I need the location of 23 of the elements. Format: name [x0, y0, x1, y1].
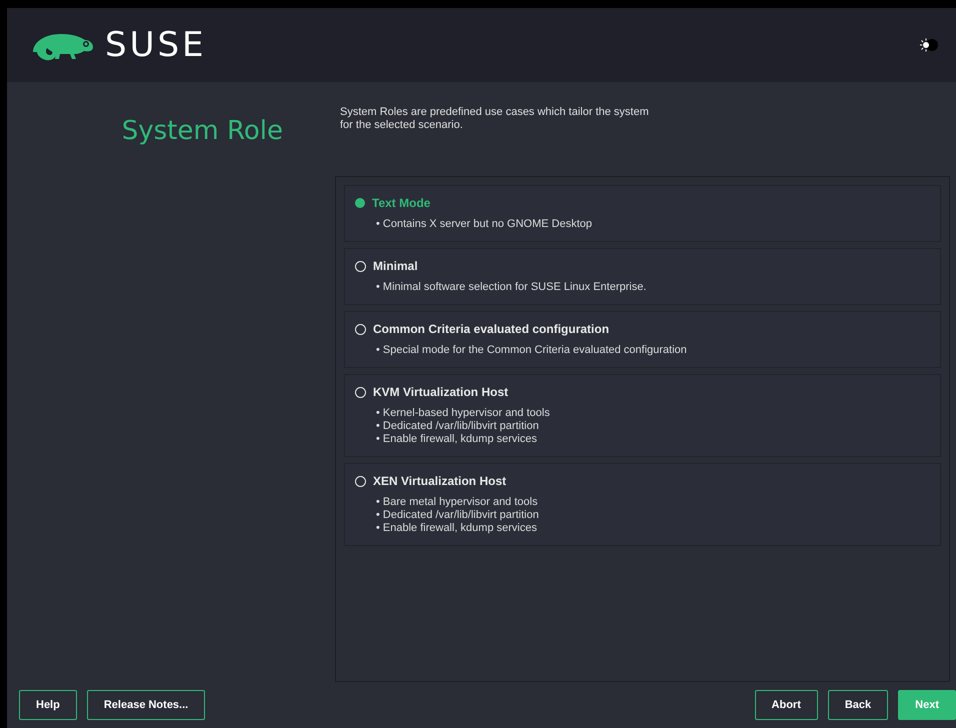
role-description: • Minimal software selection for SUSE Linux Enterprise.	[376, 281, 648, 294]
role-description: • Kernel-based hypervisor and tools	[376, 407, 551, 420]
radio-button[interactable]	[355, 198, 365, 208]
theme-toggle-icon[interactable]	[920, 38, 938, 52]
wizard-button[interactable]: Back	[828, 690, 888, 720]
radio-option[interactable]: Text Mode	[355, 196, 930, 210]
role-description: • Bare metal hypervisor and tools	[376, 496, 539, 509]
role-description: • Dedicated /var/lib/libvirt partition	[376, 509, 540, 522]
logo-text: SUSE	[105, 25, 207, 65]
page-description: System Roles are predefined use cases which tailor the system for the selected scenario.	[340, 106, 650, 132]
role-description: • Enable firewall, kdump services	[376, 522, 538, 535]
radio-option[interactable]: Common Criteria evaluated configuration	[355, 322, 930, 336]
role-description: • Enable firewall, kdump services	[376, 433, 538, 446]
role-description: • Special mode for the Common Criteria evaluated configuration	[376, 344, 688, 357]
wizard-button[interactable]: Abort	[754, 690, 818, 720]
page-title: System Role	[122, 116, 283, 146]
wizard-button[interactable]: Release Notes...	[86, 690, 206, 720]
radio-option[interactable]: Minimal	[355, 259, 930, 273]
radio-option[interactable]: XEN Virtualization Host	[355, 474, 930, 488]
role-description: • Dedicated /var/lib/libvirt partition	[376, 420, 540, 433]
wizard-button[interactable]: Help	[19, 690, 77, 720]
radio-option[interactable]: KVM Virtualization Host	[355, 385, 930, 399]
role-description: • Contains X server but no GNOME Desktop	[376, 218, 593, 231]
